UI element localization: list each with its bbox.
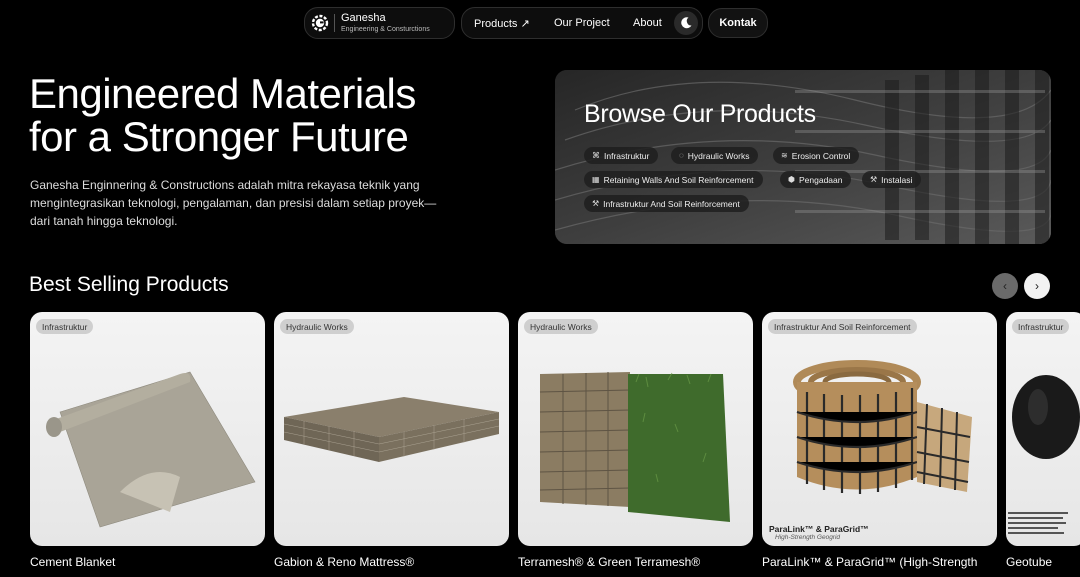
chip-pengadaan[interactable]: ⬢ Pengadaan (780, 171, 852, 188)
chip-label: Infrastruktur (604, 150, 650, 161)
brand-subtitle: Engineering & Consturctions (341, 26, 430, 33)
dark-mode-toggle[interactable] (674, 11, 698, 35)
product-name[interactable]: Gabion & Reno Mattress® (274, 555, 414, 569)
product-tag: Infrastruktur And Soil Reinforcement (768, 319, 917, 334)
paralink-sublabel: High-Strength Geogrid (775, 534, 841, 541)
network-icon: ⌘ (592, 151, 600, 160)
brand-name: Ganesha (341, 12, 386, 24)
product-card-cement-blanket[interactable]: Infrastruktur (30, 312, 265, 546)
product-card-terramesh[interactable]: Hydraulic Works (518, 312, 753, 546)
contact-button[interactable]: Kontak (708, 8, 768, 38)
terramesh-image (539, 372, 730, 522)
chip-label: Retaining Walls And Soil Reinforcement (603, 174, 754, 185)
product-card-paralink[interactable]: Infrastruktur And Soil Reinforcement Par… (762, 312, 997, 546)
gear-logo-icon (311, 14, 329, 32)
product-tag: Infrastruktur (36, 319, 94, 334)
chip-label: Infrastruktur And Soil Reinforcement (603, 198, 740, 209)
product-tag: Hydraulic Works (524, 319, 598, 334)
product-card-geotube[interactable]: Infrastruktur (1006, 312, 1080, 546)
product-name[interactable]: ParaLink™ & ParaGrid™ (High-Strength (762, 555, 977, 569)
geotube-image (1008, 375, 1080, 534)
carousel-next-button[interactable]: › (1024, 273, 1050, 299)
chip-hydraulic-works[interactable]: ◌ Hydraulic Works (671, 147, 759, 164)
product-card-gabion[interactable]: Hydraulic Works (274, 312, 509, 546)
nav-about-link[interactable]: About (633, 17, 662, 29)
box-icon: ⬢ (788, 175, 795, 184)
chip-retaining-walls[interactable]: ▦ Retaining Walls And Soil Reinforcement (584, 171, 763, 188)
brand-divider (334, 14, 335, 32)
paralink-geogrid-image (793, 360, 972, 494)
cement-blanket-image (46, 371, 256, 528)
chip-label: Pengadaan (798, 174, 843, 185)
hero-title-line-1: Engineered Materials (29, 70, 416, 117)
layers-icon: ≋ (781, 151, 788, 160)
hero-title: Engineered Materials for a Stronger Futu… (29, 72, 509, 158)
product-name[interactable]: Geotube (1006, 555, 1052, 569)
chip-infrastruktur[interactable]: ⌘ Infrastruktur (584, 147, 659, 164)
droplet-icon: ◌ (679, 151, 684, 160)
product-name[interactable]: Terramesh® & Green Terramesh® (518, 555, 700, 569)
chevron-right-icon: › (1035, 279, 1039, 293)
carousel-prev-button[interactable]: ‹ (992, 273, 1018, 299)
moon-icon (681, 17, 692, 29)
chip-label: Instalasi (881, 174, 913, 185)
gabion-mattress-image (283, 397, 500, 462)
product-name[interactable]: Cement Blanket (30, 555, 115, 569)
chip-infrastruktur-soil[interactable]: ⚒ Infrastruktur And Soil Reinforcement (584, 195, 749, 212)
chip-label: Hydraulic Works (687, 150, 750, 161)
main-nav: Products ↗ Our Project About (461, 7, 703, 39)
paralink-label: ParaLink™ & ParaGrid™ (769, 524, 869, 534)
tools-icon: ⚒ (592, 199, 600, 208)
hero-title-line-2: for a Stronger Future (29, 113, 409, 160)
product-tag: Hydraulic Works (280, 319, 354, 334)
brand-text: Ganesha Engineering & Consturctions (341, 12, 430, 34)
browse-products-card: Browse Our Products ⌘ Infrastruktur ◌ Hy… (555, 70, 1051, 244)
brand-logo-link[interactable]: Ganesha Engineering & Consturctions (304, 7, 455, 39)
wall-icon: ▦ (592, 175, 600, 184)
hero-description: Ganesha Enginnering & Constructions adal… (30, 178, 437, 228)
chip-instalasi[interactable]: ⚒ Instalasi (862, 171, 922, 188)
chevron-left-icon: ‹ (1003, 279, 1007, 293)
best-selling-title: Best Selling Products (29, 273, 229, 296)
tools-icon: ⚒ (870, 175, 878, 184)
product-tag: Infrastruktur (1012, 319, 1070, 334)
chip-erosion-control[interactable]: ≋ Erosion Control (773, 147, 860, 164)
chip-label: Erosion Control (791, 150, 851, 161)
nav-our-project-link[interactable]: Our Project (554, 17, 610, 29)
nav-products-link[interactable]: Products ↗ (474, 17, 530, 30)
browse-title: Browse Our Products (584, 100, 816, 128)
